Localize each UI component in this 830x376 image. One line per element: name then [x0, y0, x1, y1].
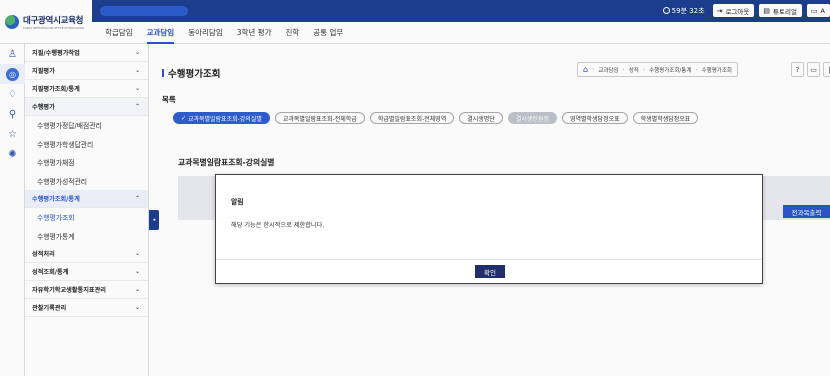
dialog-message: 해당 기능은 한시적으로 제한합니다. — [231, 222, 325, 229]
ok-button[interactable]: 확인 — [475, 265, 505, 278]
dialog-divider — [216, 259, 762, 260]
dialog-title: 알림 — [231, 198, 244, 206]
alert-dialog: 알림 해당 기능은 한시적으로 제한합니다. 확인 — [215, 174, 763, 284]
